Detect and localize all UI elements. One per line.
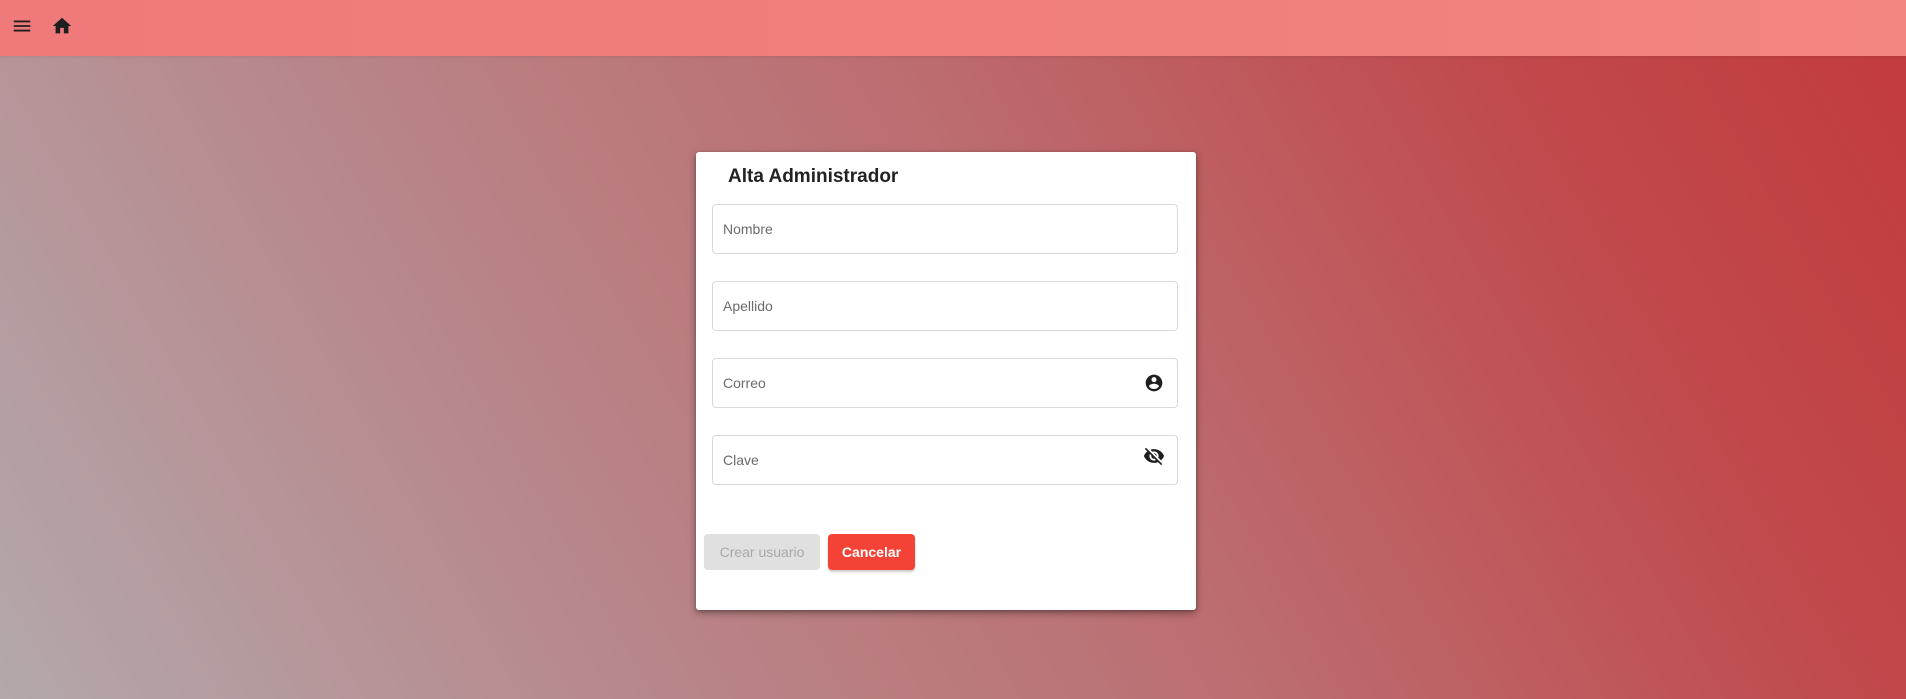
cancel-button[interactable]: Cancelar [828,534,915,570]
correo-input[interactable] [723,359,1123,407]
nombre-field[interactable] [712,204,1178,254]
create-user-button[interactable]: Crear usuario [704,534,820,570]
home-icon [52,17,72,34]
apellido-field[interactable] [712,281,1178,331]
apellido-input[interactable] [723,282,1123,330]
clave-field[interactable] [712,435,1178,485]
correo-field[interactable] [712,358,1178,408]
form-title: Alta Administrador [728,166,899,187]
clave-input[interactable] [723,436,1123,484]
account-circle-icon [1143,372,1165,394]
menu-button[interactable] [8,12,36,40]
home-button[interactable] [48,12,76,40]
nombre-input[interactable] [723,205,1123,253]
menu-icon [13,20,31,32]
create-admin-card: Alta Administrador Crear usuario Cancela… [696,152,1196,610]
visibility-off-icon[interactable] [1143,445,1165,467]
top-toolbar [0,0,1906,56]
